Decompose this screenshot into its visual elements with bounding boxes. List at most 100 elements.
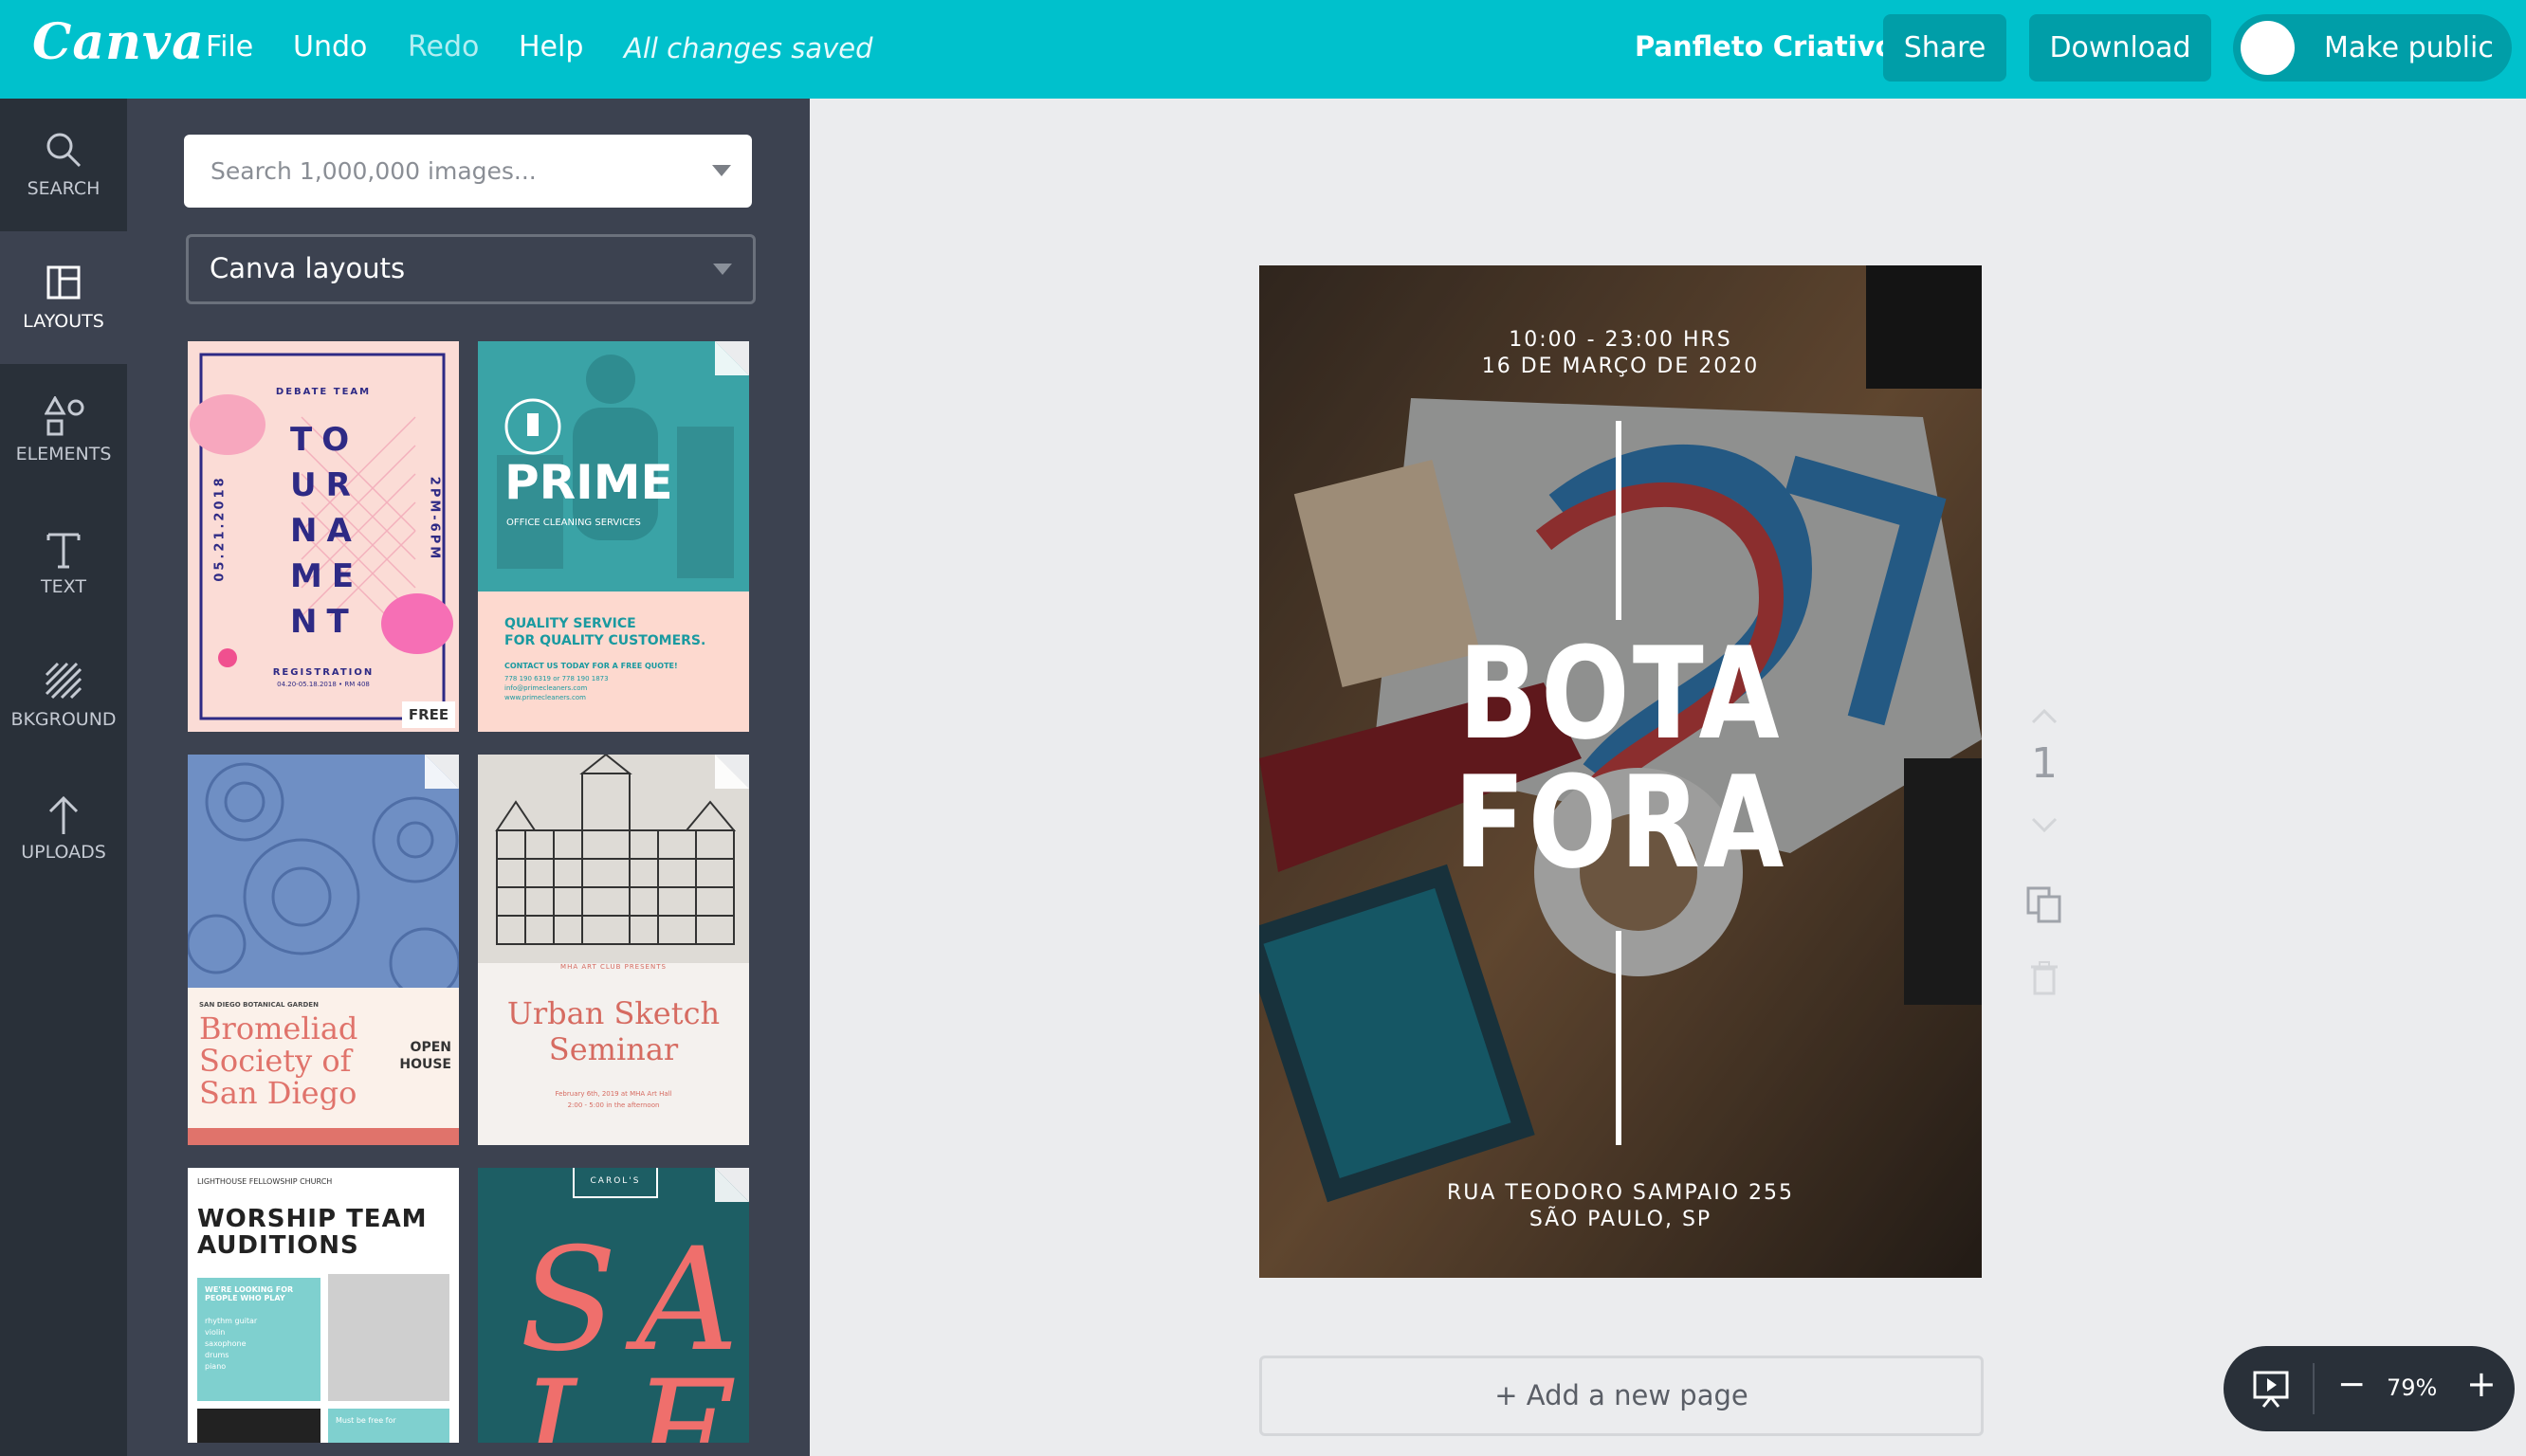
layout-thumbnail-sale[interactable]: CAROL'S SA LE: [478, 1168, 749, 1443]
sidebar-item-layouts[interactable]: LAYOUTS: [0, 231, 127, 364]
make-public-toggle[interactable]: Make public: [2233, 14, 2512, 82]
shapes-icon: [45, 396, 84, 436]
worship-title: WORSHIP TEAM: [197, 1205, 428, 1233]
move-page-down-icon[interactable]: [2029, 815, 2059, 840]
event-title[interactable]: BOTA: [1325, 629, 1917, 758]
bromeliad-title: Bromeliad: [199, 1010, 358, 1046]
bromeliad-footer-bar: [188, 1128, 459, 1145]
sidebar-item-search[interactable]: SEARCH: [0, 99, 127, 231]
zoom-in-button[interactable]: +: [2466, 1363, 2497, 1405]
tournament-date: 05.21.2018: [212, 475, 228, 582]
add-page-label: + Add a new page: [1494, 1379, 1748, 1411]
sidebar-item-elements[interactable]: ELEMENTS: [0, 364, 127, 497]
event-date[interactable]: 16 DE MARÇO DE 2020: [1259, 355, 1982, 378]
layout-thumbnail-tournament[interactable]: DEBATE TEAM TO UR NA ME NT 05.21.2018 2P…: [188, 341, 459, 732]
tournament-title-line: NA: [290, 512, 361, 550]
tournament-footer-sub: 04.20-05.18.2018 • RM 408: [277, 681, 370, 688]
prime-tagline: QUALITY SERVICE: [504, 616, 636, 631]
chevron-down-icon: [713, 264, 732, 275]
duplicate-page-icon[interactable]: [2025, 885, 2063, 927]
event-time[interactable]: 10:00 - 23:00 HRS: [1259, 328, 1982, 352]
top-divider-line[interactable]: [1616, 421, 1621, 620]
event-city[interactable]: SÃO PAULO, SP: [1259, 1208, 1982, 1231]
urban-header: MHA ART CLUB PRESENTS: [560, 963, 667, 971]
search-icon: [46, 133, 82, 168]
bromeliad-title: San Diego: [199, 1075, 357, 1111]
sidebar-item-label: ELEMENTS: [15, 444, 112, 464]
move-page-up-icon[interactable]: [2029, 705, 2059, 730]
sale-header: CAROL'S: [573, 1168, 658, 1198]
toggle-knob: [2241, 21, 2295, 75]
zoom-divider: [2313, 1363, 2315, 1414]
layout-type-select[interactable]: Canva layouts: [186, 234, 756, 304]
layout-thumbnail-urban-sketch[interactable]: MHA ART CLUB PRESENTS Urban Sketch Semin…: [478, 755, 749, 1145]
layout-thumbnail-bromeliad[interactable]: SAN DIEGO BOTANICAL GARDEN Bromeliad Soc…: [188, 755, 459, 1145]
bromeliad-open: HOUSE: [399, 1057, 451, 1072]
canva-logo[interactable]: Canva: [32, 13, 205, 71]
sidebar-item-label: LAYOUTS: [23, 311, 104, 332]
building-sketch: [478, 755, 749, 963]
sidebar-item-label: BKGROUND: [10, 709, 117, 730]
menu-help[interactable]: Help: [519, 30, 583, 64]
layout-thumbnail-prime[interactable]: PRIME OFFICE CLEANING SERVICES QUALITY S…: [478, 341, 749, 732]
worship-info-box: WE'RE LOOKING FOR PEOPLE WHO PLAY rhythm…: [197, 1278, 320, 1401]
bromeliad-open: OPEN: [410, 1040, 451, 1055]
save-status: All changes saved: [624, 32, 873, 64]
prime-email: info@primecleaners.com: [504, 684, 588, 692]
bromeliad-title: Society of: [199, 1043, 352, 1079]
prime-subtitle: OFFICE CLEANING SERVICES: [506, 518, 641, 528]
worship-footer: Must be free for: [336, 1416, 396, 1425]
menu-redo[interactable]: Redo: [408, 30, 479, 64]
urban-details: February 6th, 2019 at MHA Art Hall: [555, 1090, 672, 1098]
layouts-panel: Search 1,000,000 images... Canva layouts…: [127, 99, 810, 1456]
tournament-header: DEBATE TEAM: [275, 387, 372, 397]
background-icon: [45, 662, 82, 700]
urban-time: 2:00 - 5:00 in the afternoon: [567, 1101, 660, 1109]
present-icon[interactable]: [2252, 1369, 2290, 1412]
sidebar-rail: SEARCH LAYOUTS ELEMENTS TEXT BKGROUND UP…: [0, 99, 127, 1456]
add-page-button[interactable]: + Add a new page: [1259, 1356, 1984, 1436]
worship-box-title: WE'RE LOOKING FOR PEOPLE WHO PLAY: [205, 1285, 294, 1302]
floral-pattern: [188, 755, 459, 988]
menu-file[interactable]: File: [206, 30, 253, 64]
delete-page-icon[interactable]: [2029, 961, 2059, 999]
sidebar-item-label: TEXT: [41, 576, 86, 597]
urban-title: Urban Sketch: [506, 995, 721, 1031]
share-button[interactable]: Share: [1883, 14, 2006, 82]
menu-undo[interactable]: Undo: [293, 30, 367, 64]
chevron-down-icon[interactable]: [712, 165, 731, 176]
sidebar-item-text[interactable]: TEXT: [0, 497, 127, 629]
worship-instrument: saxophone: [205, 1339, 247, 1348]
search-placeholder: Search 1,000,000 images...: [210, 157, 537, 185]
bottom-divider-line[interactable]: [1616, 931, 1621, 1145]
tournament-footer: REGISTRATION: [272, 667, 375, 678]
prime-title: PRIME: [504, 455, 673, 510]
sale-title-2: LE: [520, 1351, 749, 1443]
design-page[interactable]: 10:00 - 23:00 HRS 16 DE MARÇO DE 2020 BO…: [1259, 265, 1982, 1278]
image-search-input[interactable]: Search 1,000,000 images...: [184, 135, 752, 208]
zoom-out-button[interactable]: −: [2337, 1365, 2366, 1404]
tournament-title-line: TO: [290, 421, 359, 459]
document-title[interactable]: Panfleto Criativo: [1635, 30, 1894, 63]
worship-photo-2: [197, 1409, 320, 1443]
tournament-title-line: ME: [290, 557, 364, 595]
text-icon: [46, 533, 81, 569]
event-address[interactable]: RUA TEODORO SAMPAIO 255: [1259, 1181, 1982, 1205]
event-title[interactable]: FORA: [1325, 758, 1917, 887]
sidebar-item-uploads[interactable]: UPLOADS: [0, 762, 127, 895]
sidebar-item-background[interactable]: BKGROUND: [0, 629, 127, 762]
sidebar-item-label: SEARCH: [27, 178, 101, 199]
bromeliad-header: SAN DIEGO BOTANICAL GARDEN: [199, 1001, 319, 1009]
prime-phones: 778 190 6319 or 778 190 1873: [504, 675, 609, 682]
prime-tagline: FOR QUALITY CUSTOMERS.: [504, 633, 706, 648]
worship-header: LIGHTHOUSE FELLOWSHIP CHURCH: [197, 1177, 333, 1186]
prime-web: www.primecleaners.com: [504, 694, 586, 701]
layout-thumbnail-worship-team[interactable]: LIGHTHOUSE FELLOWSHIP CHURCH WORSHIP TEA…: [188, 1168, 459, 1443]
top-bar: Canva File Undo Redo Help All changes sa…: [0, 0, 2526, 99]
worship-title: AUDITIONS: [197, 1231, 359, 1260]
download-button[interactable]: Download: [2029, 14, 2211, 82]
prime-contact: CONTACT US TODAY FOR A FREE QUOTE!: [504, 662, 678, 670]
zoom-level[interactable]: 79%: [2387, 1374, 2437, 1401]
make-public-label: Make public: [2324, 31, 2494, 64]
worship-instrument: violin: [205, 1328, 226, 1337]
